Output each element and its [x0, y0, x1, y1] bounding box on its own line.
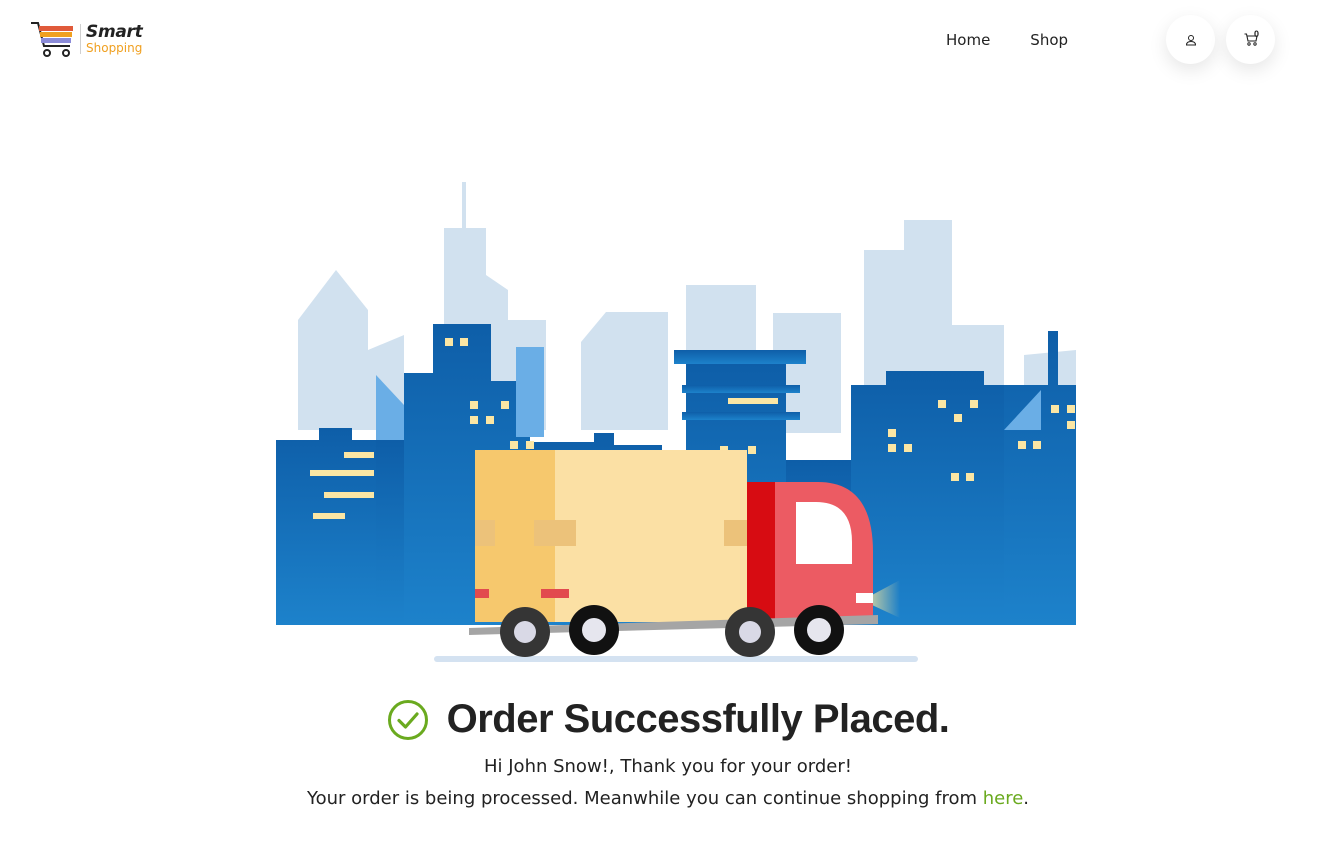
cart-count-badge: 0: [1254, 29, 1260, 39]
shopping-cart-logo-icon: [31, 22, 73, 57]
cart-button[interactable]: 0: [1226, 15, 1275, 64]
account-button[interactable]: [1166, 15, 1215, 64]
main-nav: Home Shop: [946, 31, 1068, 49]
page-title: Order Successfully Placed.: [446, 697, 950, 741]
delivery-truck-city-illustration: [276, 182, 1076, 662]
brand-name-top: Smart: [86, 22, 143, 42]
user-icon: [1185, 34, 1196, 45]
brand-logo[interactable]: Smart Shopping: [30, 20, 143, 58]
order-success-heading-row: Order Successfully Placed.: [0, 697, 1336, 742]
processing-text-line: Your order is being processed. Meanwhile…: [0, 788, 1336, 809]
nav-home-link[interactable]: Home: [946, 31, 990, 49]
nav-shop-link[interactable]: Shop: [1030, 31, 1068, 49]
processing-text: Your order is being processed. Meanwhile…: [306, 788, 983, 809]
greeting-text: Hi John Snow!, Thank you for your order!: [483, 756, 852, 777]
check-circle-icon: [387, 699, 428, 740]
end-punctuation: .: [1023, 788, 1030, 809]
brand-name-bottom: Shopping: [86, 41, 143, 55]
continue-shopping-link[interactable]: here: [983, 788, 1024, 809]
